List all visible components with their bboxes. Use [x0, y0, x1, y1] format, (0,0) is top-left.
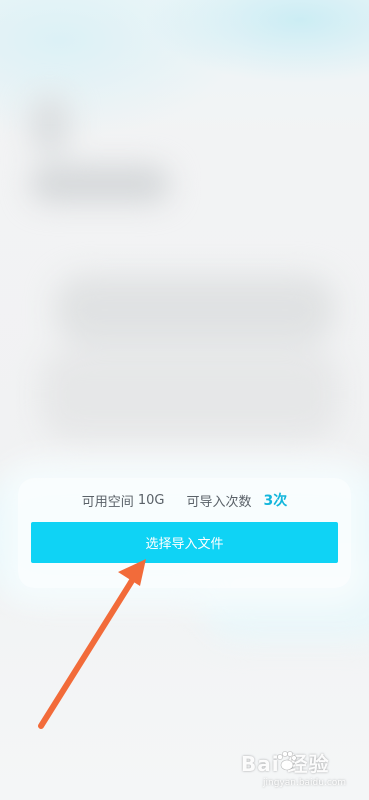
available-space-label: 可用空间 [81, 494, 134, 510]
blurred-block [40, 350, 340, 440]
select-import-file-button[interactable]: 选择导入文件 [31, 522, 338, 563]
import-times-label: 可导入次数 [186, 494, 252, 510]
blurred-block [55, 275, 335, 345]
select-import-file-label: 选择导入文件 [145, 537, 224, 552]
quota-info: 可用空间 10G 可导入次数 3次 [0, 489, 369, 511]
blurred-block [30, 165, 170, 203]
import-screen: 可用空间 10G 可导入次数 3次 选择导入文件 Bai 经验 jingyan.… [0, 0, 369, 800]
blurred-background [0, 0, 369, 800]
paw-icon [277, 751, 297, 771]
available-space-value: 10G [137, 492, 165, 508]
baidu-jingyan-watermark: Bai 经验 jingyan.baidu.com [241, 748, 361, 792]
blurred-block [30, 95, 70, 155]
watermark-url: jingyan.baidu.com [263, 778, 347, 788]
import-times-count: 3次 [263, 493, 288, 509]
